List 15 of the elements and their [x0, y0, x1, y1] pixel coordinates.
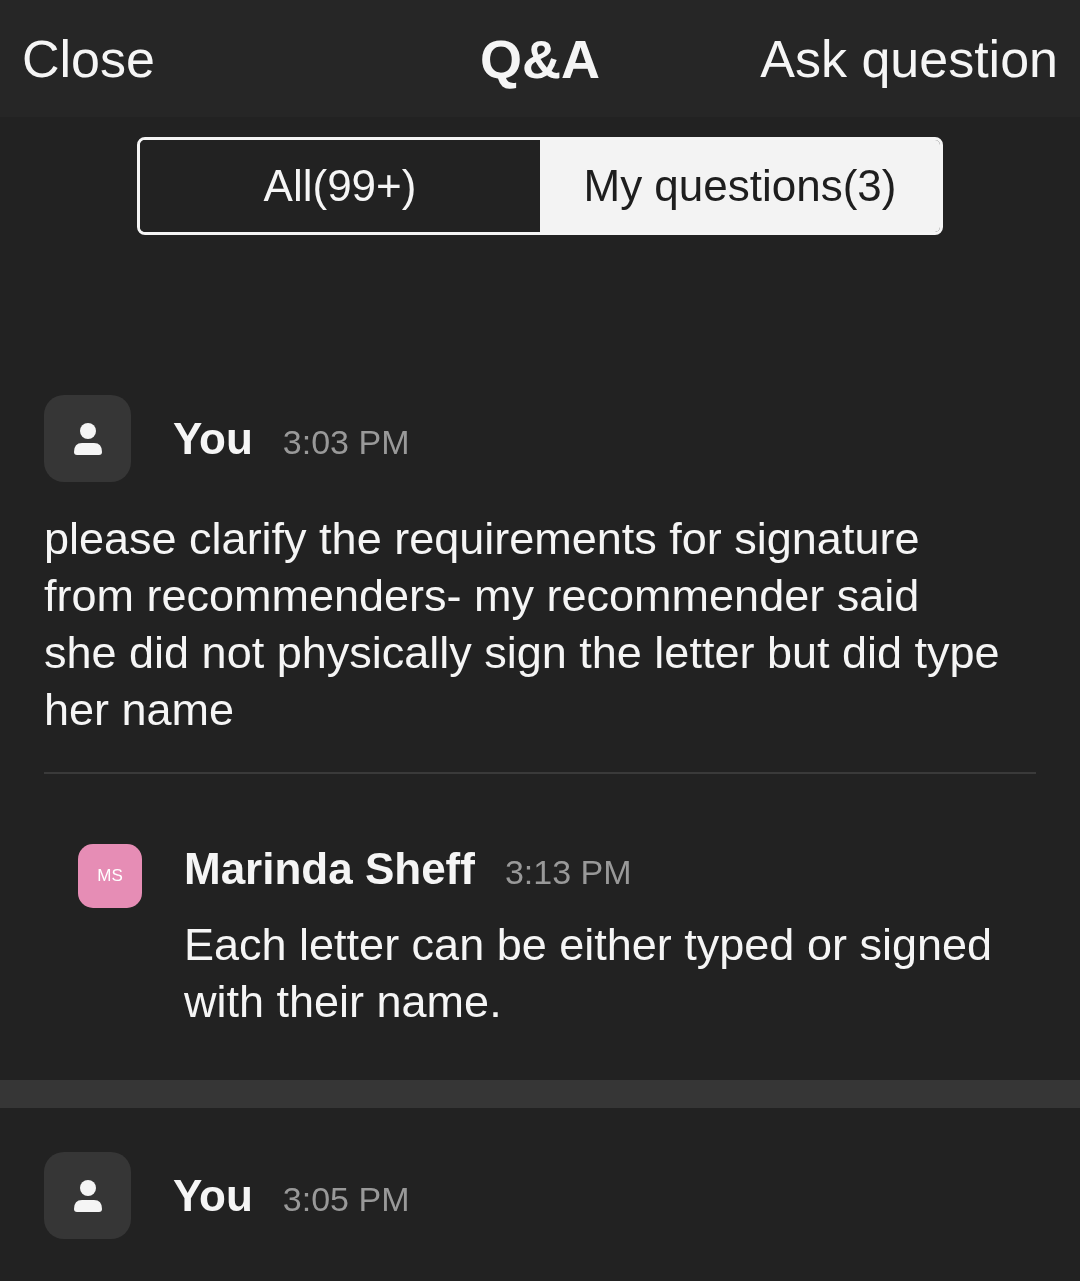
page-title: Q&A [480, 27, 600, 90]
person-icon [72, 421, 103, 456]
close-button[interactable]: Close [22, 28, 155, 89]
author-name: You [173, 1170, 253, 1221]
timestamp: 3:13 PM [504, 853, 632, 892]
author-name: Marinda Sheff [184, 844, 475, 894]
person-icon [72, 1178, 103, 1213]
ask-question-button[interactable]: Ask question [760, 28, 1058, 89]
avatar: MS [78, 844, 142, 908]
author-name: You [173, 413, 253, 464]
timestamp: 3:05 PM [282, 1179, 410, 1219]
question-text: please clarify the requirements for signature from recommenders- my recommender said she did not physically sign the letter but did type her name [44, 512, 1001, 737]
timestamp: 3:03 PM [282, 422, 410, 462]
tab[interactable]: My questions(3) [540, 140, 940, 232]
reply-text: Each letter can be either typed or signed with their name. [184, 918, 993, 1029]
